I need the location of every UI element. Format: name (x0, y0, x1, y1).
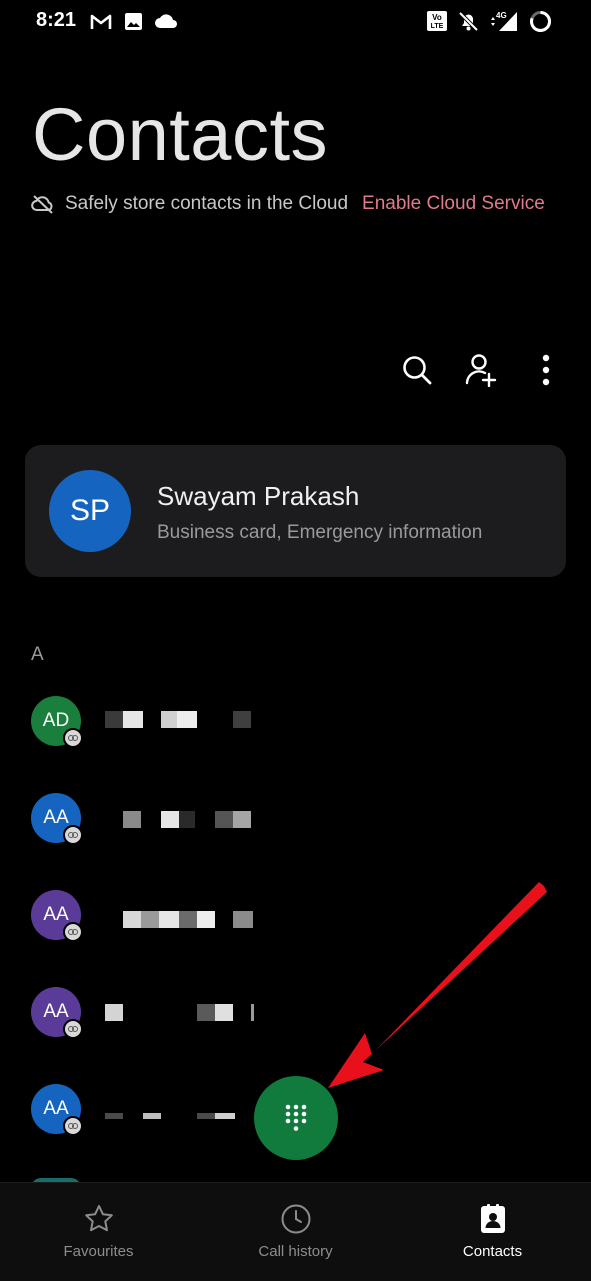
more-options-button[interactable] (524, 348, 568, 392)
nav-call-history-label: Call history (258, 1243, 333, 1260)
section-letter: A (31, 644, 44, 665)
cloud-banner-text: Safely store contacts in the Cloud (65, 193, 349, 214)
add-person-icon (465, 354, 497, 387)
cloud-icon (153, 10, 179, 32)
contact-row[interactable]: AD (0, 672, 591, 769)
cloud-off-icon (31, 194, 55, 214)
contact-name-redacted (105, 1113, 265, 1123)
search-icon (403, 356, 432, 385)
image-icon (122, 10, 144, 32)
link-badge-icon (63, 1019, 83, 1039)
contact-name-redacted (105, 711, 255, 731)
search-button[interactable] (395, 348, 439, 392)
link-badge-icon (63, 1116, 83, 1136)
volte-icon: Vo LTE (425, 10, 449, 32)
contact-row[interactable]: AA (0, 769, 591, 866)
annotation-arrow-icon (328, 882, 547, 1088)
battery-icon (527, 10, 553, 32)
profile-name: Swayam Prakash (157, 481, 360, 511)
nav-contacts[interactable]: Contacts (394, 1183, 591, 1281)
add-contact-button[interactable] (459, 348, 503, 392)
enable-cloud-service-link[interactable]: Enable Cloud Service (362, 193, 545, 215)
gmail-icon (89, 10, 113, 32)
svg-text:Vo: Vo (432, 13, 442, 22)
more-vertical-icon (542, 354, 550, 386)
profile-subtitle: Business card, Emergency information (157, 522, 483, 543)
svg-text:4G: 4G (496, 11, 507, 20)
status-time: 8:21 (36, 9, 77, 31)
link-badge-icon (63, 922, 83, 942)
contact-name-redacted (105, 1004, 265, 1024)
nav-contacts-label: Contacts (462, 1243, 523, 1260)
contact-book-icon (394, 1203, 591, 1235)
contact-name-redacted (105, 911, 265, 931)
nav-favourites[interactable]: Favourites (0, 1183, 197, 1281)
bell-off-icon (456, 10, 480, 32)
star-icon (0, 1203, 197, 1235)
link-badge-icon (63, 825, 83, 845)
contact-name-redacted (105, 811, 265, 831)
page-title: Contacts (32, 93, 329, 176)
link-badge-icon (63, 728, 83, 748)
profile-avatar: SP (49, 470, 131, 552)
nav-call-history[interactable]: Call history (197, 1183, 394, 1281)
cloud-banner: Safely store contacts in the Cloud Enabl… (31, 190, 545, 218)
my-profile-card[interactable]: SP Swayam Prakash Business card, Emergen… (25, 445, 566, 577)
clock-icon (197, 1203, 394, 1235)
svg-text:LTE: LTE (431, 23, 444, 30)
dialpad-icon (285, 1104, 307, 1131)
bottom-navigation: Favourites Call history Contacts (0, 1182, 591, 1281)
nav-favourites-label: Favourites (63, 1243, 134, 1260)
signal-4g-icon: 4G (487, 10, 519, 32)
